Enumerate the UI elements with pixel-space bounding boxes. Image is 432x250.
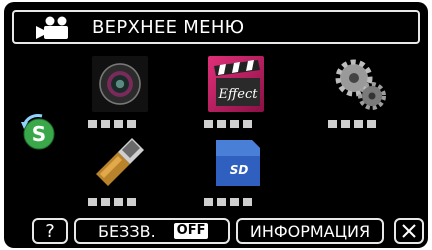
help-label: ? [45,220,55,242]
hdmi-connection-icon [92,134,148,190]
tile-indicator-dots [88,120,154,128]
help-button[interactable]: ? [32,218,68,244]
s-mode-switch-icon[interactable]: S [18,112,58,152]
camera-screen: ВЕРХНЕЕ МЕНЮ S Effect SD ? БЕЗЗВ. OFF ИН… [4,2,428,248]
video-camera-icon [36,16,68,39]
svg-text:Effect: Effect [218,87,259,102]
tile-indicator-dots [204,120,270,128]
info-button[interactable]: ИНФОРМАЦИЯ [236,218,384,244]
camera-lens-icon [92,56,148,112]
page-title: ВЕРХНЕЕ МЕНЮ [92,17,245,38]
top-menu-title-bar: ВЕРХНЕЕ МЕНЮ [12,10,420,44]
tile-indicator-dots [88,198,154,206]
close-icon [402,224,416,238]
sd-card-icon: SD [208,134,264,190]
settings-gears-icon [332,56,388,112]
mute-button[interactable]: БЕЗЗВ. OFF [74,218,230,244]
menu-tile-connection[interactable] [84,134,154,206]
menu-tile-effect[interactable]: Effect [200,56,270,128]
tile-indicator-dots [204,198,270,206]
mute-label: БЕЗЗВ. [98,221,156,241]
mute-state-badge: OFF [173,223,209,239]
menu-tile-media[interactable]: SD [200,134,270,206]
menu-tile-settings[interactable] [324,56,394,128]
svg-text:SD: SD [230,163,249,177]
close-button[interactable] [394,218,424,244]
menu-tile-shooting[interactable] [84,56,154,128]
effect-icon: Effect [208,56,264,112]
tile-indicator-dots [328,120,394,128]
svg-text:S: S [32,122,46,146]
info-label: ИНФОРМАЦИЯ [249,221,371,241]
